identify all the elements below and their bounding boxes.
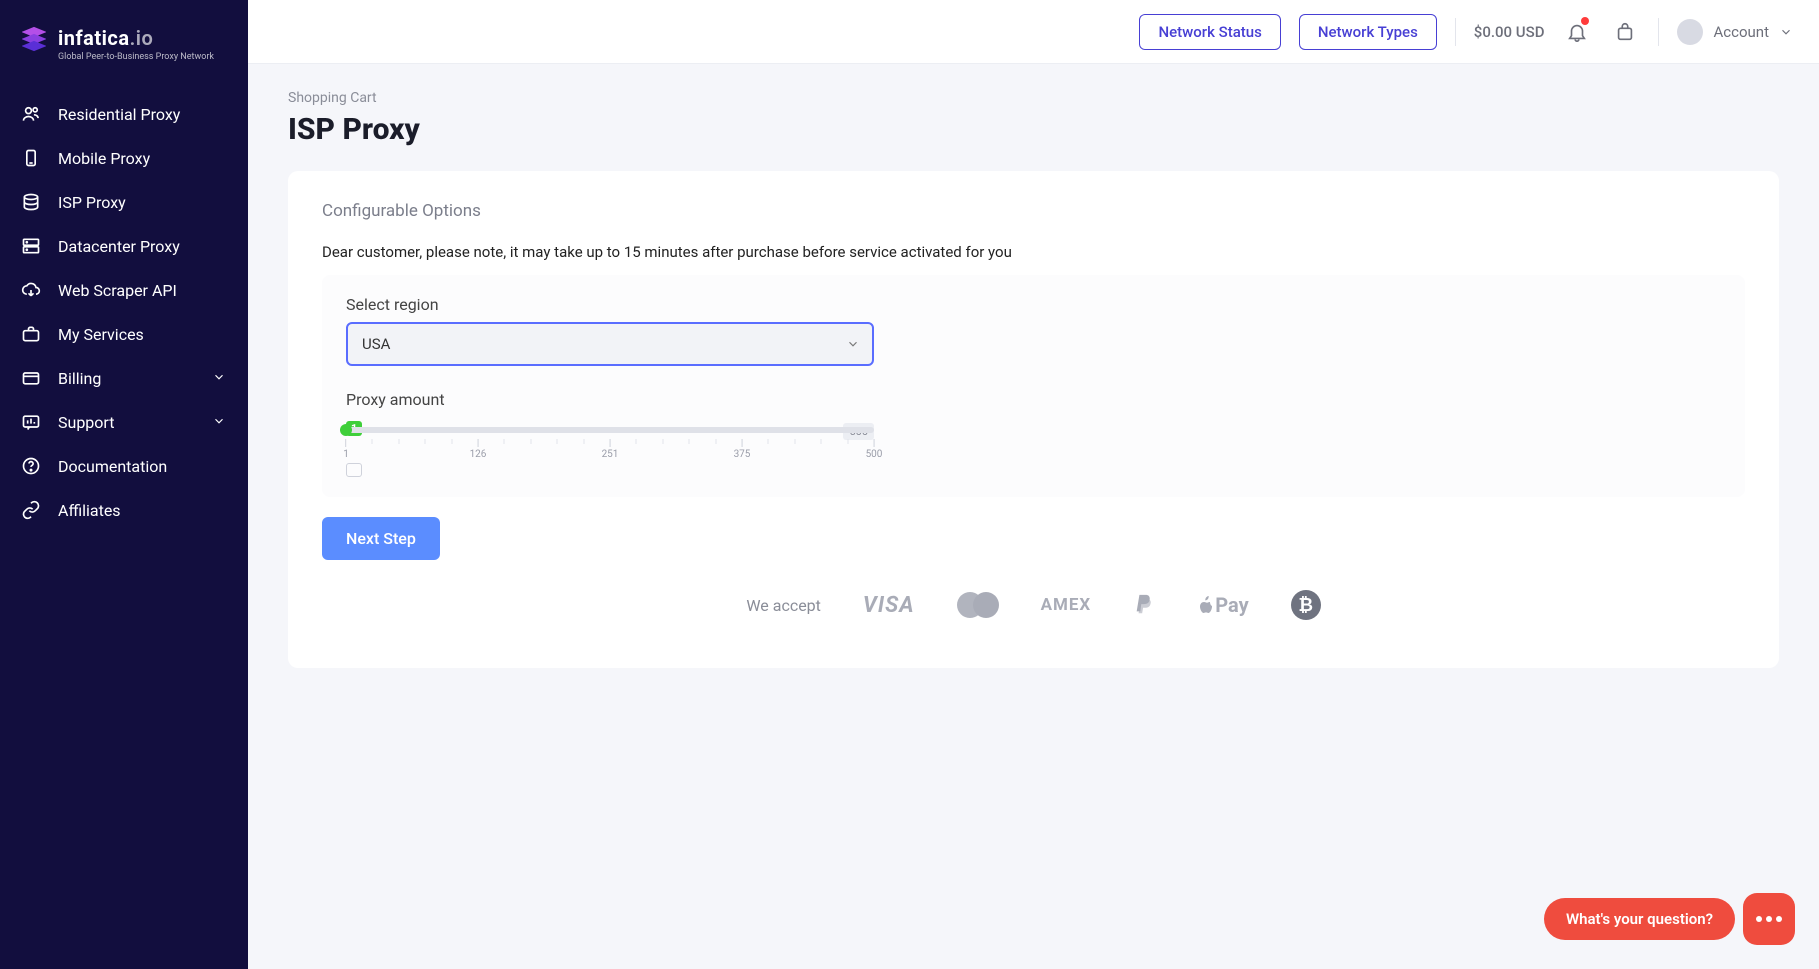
divider (1658, 18, 1659, 46)
visa-icon: VISA (863, 593, 915, 618)
options-card: Configurable Options Dear customer, plea… (288, 171, 1779, 668)
payment-methods: We accept VISA AMEX Pay ₿ (322, 590, 1745, 620)
amount-slider[interactable]: 1 500 1126251375500 (346, 427, 874, 461)
page-content: Shopping Cart ISP Proxy Configurable Opt… (248, 64, 1819, 694)
chevron-down-icon (1779, 25, 1793, 39)
brand-tagline: Global Peer-to-Business Proxy Network (58, 52, 214, 62)
network-status-button[interactable]: Network Status (1139, 14, 1280, 50)
database-icon (20, 191, 42, 213)
sidebar-nav: Residential Proxy Mobile Proxy ISP Proxy… (0, 82, 248, 542)
slider-tick: 251 (602, 439, 619, 460)
chat-icon (1756, 916, 1782, 922)
next-step-button[interactable]: Next Step (322, 517, 440, 560)
we-accept-label: We accept (746, 596, 821, 615)
slider-thumb[interactable] (340, 424, 352, 436)
sidebar-item-isp-proxy[interactable]: ISP Proxy (0, 180, 248, 224)
slider-track[interactable] (346, 427, 874, 433)
sidebar-item-label: Datacenter Proxy (58, 237, 180, 256)
sidebar: infatica.io Global Peer-to-Business Prox… (0, 0, 248, 969)
account-menu[interactable]: Account (1677, 19, 1793, 45)
sidebar-item-datacenter-proxy[interactable]: Datacenter Proxy (0, 224, 248, 268)
page-title: ISP Proxy (288, 112, 1779, 147)
help-circle-icon (20, 455, 42, 477)
logo-icon (20, 26, 48, 54)
region-label: Select region (346, 295, 1721, 314)
activation-note: Dear customer, please note, it may take … (322, 243, 1745, 261)
sidebar-item-web-scraper-api[interactable]: Web Scraper API (0, 268, 248, 312)
brand-name: infatica.io (58, 26, 214, 50)
chevron-down-icon (212, 414, 228, 430)
slider-tick: 126 (470, 439, 487, 460)
proxy-amount-block: Proxy amount 1 500 1126251375500 (346, 390, 1721, 461)
sidebar-item-label: Mobile Proxy (58, 149, 150, 168)
sidebar-item-label: My Services (58, 325, 144, 344)
region-select-wrapper: USA (346, 322, 874, 366)
network-types-button[interactable]: Network Types (1299, 14, 1437, 50)
sidebar-item-label: Affiliates (58, 501, 121, 520)
chat-open-button[interactable] (1743, 893, 1795, 945)
chat-prompt[interactable]: What's your question? (1544, 898, 1735, 940)
config-panel: Select region USA Proxy amount 1 500 (322, 275, 1745, 497)
breadcrumb[interactable]: Shopping Cart (288, 90, 1779, 106)
region-select[interactable]: USA (346, 322, 874, 366)
balance-display: $0.00 USD (1474, 23, 1545, 41)
chat-bar-icon (20, 411, 42, 433)
bitcoin-icon: ₿ (1291, 590, 1321, 620)
amount-label: Proxy amount (346, 390, 1721, 409)
chevron-down-icon (212, 370, 228, 386)
card-icon (20, 367, 42, 389)
paypal-icon (1133, 592, 1155, 618)
main: Network Status Network Types $0.00 USD A… (248, 0, 1819, 969)
users-icon (20, 103, 42, 125)
sidebar-item-billing[interactable]: Billing (0, 356, 248, 400)
sidebar-item-residential-proxy[interactable]: Residential Proxy (0, 92, 248, 136)
amount-input-chip[interactable] (346, 463, 362, 477)
sidebar-item-affiliates[interactable]: Affiliates (0, 488, 248, 532)
mastercard-icon (957, 592, 999, 618)
apple-pay-icon: Pay (1197, 593, 1248, 617)
sidebar-item-my-services[interactable]: My Services (0, 312, 248, 356)
sidebar-item-label: ISP Proxy (58, 193, 126, 212)
cart-button[interactable] (1610, 17, 1640, 47)
sidebar-item-label: Support (58, 413, 114, 432)
divider (1455, 18, 1456, 46)
account-label: Account (1713, 23, 1769, 41)
bag-icon (1614, 21, 1636, 43)
slider-ticks: 1126251375500 (346, 439, 874, 461)
avatar-icon (1677, 19, 1703, 45)
slider-tick: 500 (866, 439, 883, 460)
briefcase-icon (20, 323, 42, 345)
sidebar-item-documentation[interactable]: Documentation (0, 444, 248, 488)
mobile-icon (20, 147, 42, 169)
slider-tick: 1 (343, 439, 349, 460)
sidebar-item-label: Billing (58, 369, 101, 388)
sidebar-item-label: Residential Proxy (58, 105, 180, 124)
sidebar-item-mobile-proxy[interactable]: Mobile Proxy (0, 136, 248, 180)
sidebar-item-support[interactable]: Support (0, 400, 248, 444)
topbar: Network Status Network Types $0.00 USD A… (248, 0, 1819, 64)
logo[interactable]: infatica.io Global Peer-to-Business Prox… (0, 12, 248, 82)
section-heading: Configurable Options (322, 201, 1745, 221)
server-icon (20, 235, 42, 257)
sidebar-item-label: Documentation (58, 457, 167, 476)
slider-tick: 375 (734, 439, 751, 460)
link-icon (20, 499, 42, 521)
sidebar-item-label: Web Scraper API (58, 281, 177, 300)
amex-icon: AMEX (1041, 595, 1092, 615)
notifications-button[interactable] (1562, 17, 1592, 47)
cloud-download-icon (20, 279, 42, 301)
chat-widget: What's your question? (1544, 893, 1795, 945)
